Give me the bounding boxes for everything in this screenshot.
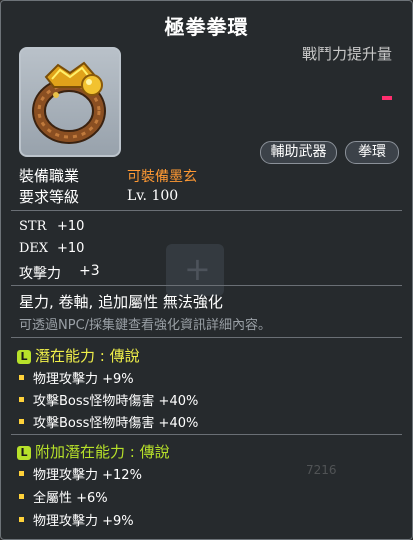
divider bbox=[11, 210, 402, 211]
potential-line: 物理攻擊力 +9% bbox=[19, 368, 134, 387]
bullet-icon bbox=[19, 494, 24, 499]
bonus-potential-title: 附加潛在能力 : 傳說 bbox=[35, 443, 170, 461]
tag-knuckle-ring: 拳環 bbox=[345, 141, 399, 164]
item-tooltip: 7216 極拳拳環 戰鬥力提升量 輔助武器 拳環 裝備職業 可裝備墨玄 要求等級… bbox=[0, 0, 413, 540]
stat-name: STR bbox=[19, 219, 47, 234]
potential-line: 攻擊Boss怪物時傷害 +40% bbox=[19, 390, 198, 409]
bonus-potential-line: 物理攻擊力 +9% bbox=[19, 510, 134, 529]
stat-row: STR +10 bbox=[19, 219, 84, 234]
power-increase-indicator bbox=[382, 96, 392, 100]
enhancement-restrictions: 星力, 卷軸, 追加屬性 無法強化 bbox=[19, 293, 223, 311]
legendary-badge-icon: L bbox=[17, 349, 31, 364]
bullet-icon bbox=[19, 517, 24, 522]
bullet-icon bbox=[19, 471, 24, 476]
item-icon-frame bbox=[19, 47, 121, 157]
bullet-icon bbox=[19, 397, 24, 402]
bullet-icon bbox=[19, 375, 24, 380]
potential-header: L 潛在能力 : 傳說 bbox=[17, 345, 140, 366]
background-number: 7216 bbox=[306, 463, 337, 477]
stat-name: 攻擊力 bbox=[19, 266, 61, 282]
job-label: 裝備職業 bbox=[19, 167, 80, 185]
divider bbox=[11, 434, 402, 435]
bonus-potential-header: L 附加潛在能力 : 傳說 bbox=[17, 441, 170, 462]
stat-row: 攻擊力 +3 bbox=[19, 263, 100, 283]
bullet-icon bbox=[19, 419, 24, 424]
spiked-ring-knuckle-icon bbox=[32, 61, 106, 144]
background-slot bbox=[166, 244, 224, 296]
potential-line: 攻擊Boss怪物時傷害 +40% bbox=[19, 412, 198, 431]
potential-title: 潛在能力 : 傳說 bbox=[35, 347, 140, 365]
item-name: 極拳拳環 bbox=[164, 15, 249, 39]
level-value: Lv. 100 bbox=[127, 188, 179, 204]
enhancement-hint: 可透過NPC/採集鍵查看強化資訊詳細內容。 bbox=[19, 318, 272, 333]
divider bbox=[11, 337, 402, 338]
bonus-potential-line: 全屬性 +6% bbox=[19, 487, 108, 506]
tag-secondary-weapon: 輔助武器 bbox=[260, 141, 337, 164]
legendary-badge-icon: L bbox=[17, 445, 31, 460]
power-increase-label: 戰鬥力提升量 bbox=[301, 45, 392, 63]
stat-value: +10 bbox=[57, 241, 85, 256]
divider bbox=[11, 285, 402, 286]
stat-value: +10 bbox=[57, 219, 85, 234]
level-label: 要求等級 bbox=[19, 188, 80, 206]
stat-row: DEX +10 bbox=[19, 241, 84, 256]
stat-name: DEX bbox=[19, 241, 49, 256]
job-value: 可裝備墨玄 bbox=[127, 169, 197, 185]
bonus-potential-line: 物理攻擊力 +12% bbox=[19, 464, 142, 483]
stat-value: +3 bbox=[79, 263, 100, 279]
